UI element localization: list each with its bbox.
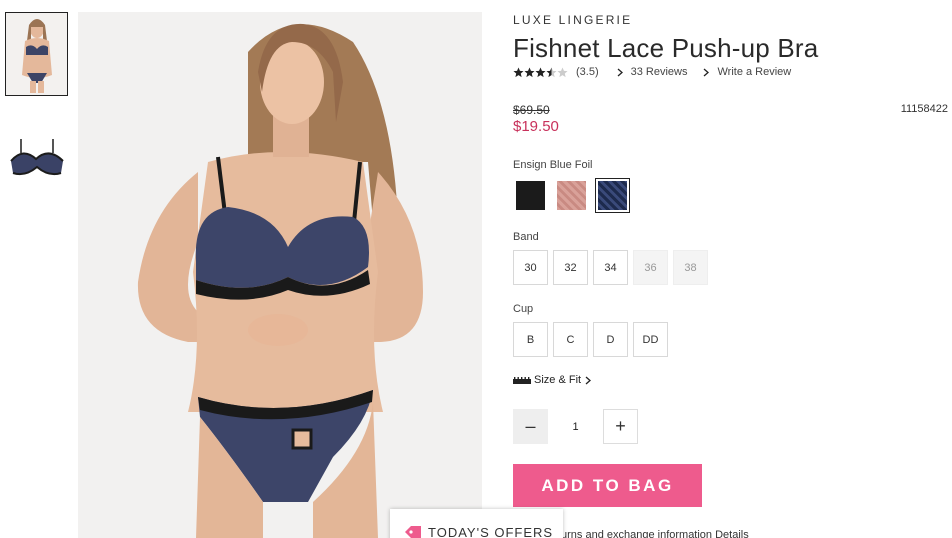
- collection-name: LUXE LINGERIE: [513, 13, 633, 27]
- star-full-icon: [535, 66, 546, 77]
- ruler-icon: [513, 376, 531, 384]
- band-options: 30 32 34 36 38: [513, 250, 708, 285]
- band-option-30[interactable]: 30: [513, 250, 548, 285]
- size-fit-link[interactable]: Size & Fit: [513, 374, 594, 386]
- chevron-right-icon: [617, 68, 623, 76]
- star-full-icon: [513, 66, 524, 77]
- reviews-link-label: 33 Reviews: [630, 66, 688, 78]
- cup-option-d[interactable]: D: [593, 322, 628, 357]
- star-half-icon: [546, 66, 557, 77]
- product-title: Fishnet Lace Push-up Bra: [513, 33, 819, 63]
- quantity-stepper: – 1 +: [513, 409, 638, 444]
- cup-option-b[interactable]: B: [513, 322, 548, 357]
- returns-info: urns and exchange information Details: [561, 529, 749, 538]
- tag-icon: [405, 526, 421, 538]
- cup-options: B C D DD: [513, 322, 668, 357]
- reviews-link[interactable]: 33 Reviews: [617, 66, 688, 78]
- add-to-bag-button[interactable]: ADD TO BAG: [513, 464, 702, 507]
- original-price: $69.50: [513, 103, 550, 117]
- band-label: Band: [513, 231, 539, 243]
- swatch-pink[interactable]: [554, 178, 589, 213]
- chevron-right-icon: [704, 68, 710, 76]
- todays-offers-label: TODAY'S OFFERS: [428, 525, 554, 538]
- model-thumbnail-image: [21, 19, 52, 93]
- star-full-icon: [524, 66, 535, 77]
- increase-quantity-button[interactable]: +: [603, 409, 638, 444]
- write-review-link[interactable]: Write a Review: [703, 66, 791, 78]
- decrease-quantity-button[interactable]: –: [513, 409, 548, 444]
- cup-option-dd[interactable]: DD: [633, 322, 668, 357]
- product-sku: 11158422: [900, 103, 948, 115]
- band-option-32[interactable]: 32: [553, 250, 588, 285]
- thumbnail-product[interactable]: [5, 124, 68, 194]
- chevron-right-icon: [585, 376, 592, 384]
- todays-offers-tab[interactable]: TODAY'S OFFERS: [390, 509, 563, 538]
- write-review-link-label: Write a Review: [717, 66, 792, 78]
- bra-thumbnail-image: [9, 139, 64, 176]
- star-rating: [513, 66, 568, 78]
- thumbnail-model[interactable]: [5, 12, 68, 96]
- color-label: Ensign Blue Foil: [513, 159, 593, 171]
- cup-option-c[interactable]: C: [553, 322, 588, 357]
- color-swatches: [513, 178, 630, 213]
- band-option-34[interactable]: 34: [593, 250, 628, 285]
- rating-value: (3.5): [576, 66, 599, 78]
- product-photo[interactable]: [78, 12, 482, 538]
- cup-label: Cup: [513, 303, 534, 315]
- size-fit-label: Size & Fit: [534, 374, 582, 386]
- quantity-value[interactable]: 1: [548, 421, 603, 433]
- star-empty-icon: [557, 66, 568, 77]
- sale-price: $19.50: [513, 118, 559, 135]
- model-image: [78, 12, 482, 538]
- swatch-black[interactable]: [513, 178, 548, 213]
- swatch-ensign-blue-foil[interactable]: [595, 178, 630, 213]
- rating-row: (3.5) 33 Reviews Write a Review: [513, 66, 807, 78]
- band-option-36[interactable]: 36: [633, 250, 668, 285]
- band-option-38[interactable]: 38: [673, 250, 708, 285]
